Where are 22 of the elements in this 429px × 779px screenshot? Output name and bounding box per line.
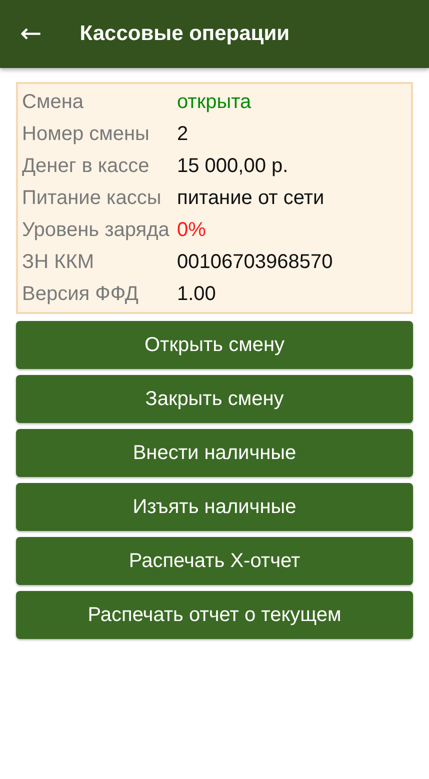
field-label: Версия ФФД xyxy=(22,282,140,307)
field-label: ЗН ККМ xyxy=(22,250,96,275)
field-value: питание от сети xyxy=(177,186,324,211)
field-value: 15 000,00 р. xyxy=(177,154,288,179)
field-label: Уровень заряда xyxy=(22,218,170,243)
action-button[interactable]: Открыть смену xyxy=(16,321,413,369)
screen-title: Кассовые операции xyxy=(80,22,290,46)
field-label: Денег в кассе xyxy=(22,154,150,179)
field-value: 0% xyxy=(177,218,206,243)
action-button[interactable]: Закрыть смену xyxy=(16,375,413,423)
action-button[interactable]: Распечать отчет о текущем xyxy=(16,591,413,639)
action-button[interactable]: Изъять наличные xyxy=(16,483,413,531)
field-label: Питание кассы xyxy=(22,186,162,211)
back-button[interactable]: ← xyxy=(8,19,54,49)
field-value: 2 xyxy=(177,122,188,147)
action-button[interactable]: Распечать X-отчет xyxy=(16,537,413,585)
action-button[interactable]: Внести наличные xyxy=(16,429,413,477)
field-value: открыта xyxy=(177,90,252,115)
field-value: 1.00 xyxy=(177,282,216,307)
field-value: 00106703968570 xyxy=(177,250,333,275)
field-label: Смена xyxy=(22,90,84,115)
field-label: Номер смены xyxy=(22,122,150,147)
